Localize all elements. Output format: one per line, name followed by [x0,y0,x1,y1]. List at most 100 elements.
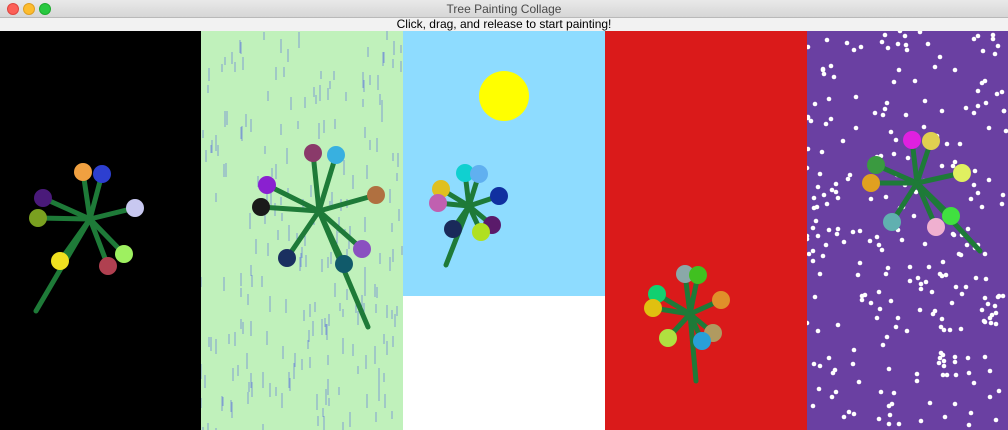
snowflake [896,67,902,73]
snowflake [899,237,905,243]
panel-rain[interactable] [201,31,403,430]
snowflake [949,300,955,306]
snowflake [888,298,894,304]
painting-canvas[interactable] [0,31,1008,430]
snowflake [971,36,977,42]
snowflake [896,421,902,427]
snowflake [968,196,974,202]
snowflake [941,327,947,333]
snowflake [902,33,908,39]
snowflake [886,421,892,427]
snowflake [968,410,974,416]
tree-blossom [74,163,92,181]
snowflake [983,100,989,106]
snowflake [876,242,882,248]
snowflake [994,91,1000,97]
snowflake [874,234,880,240]
snowflake [903,42,909,48]
snowflake [912,78,918,84]
tree-blossom [93,165,111,183]
tree-blossom [927,218,945,236]
snowflake [922,241,928,247]
snowflake [958,252,964,258]
tree-blossom [327,146,345,164]
snowflake [917,307,923,313]
snowflake [820,66,826,72]
snowflake [993,321,999,327]
panel-artwork [807,31,1008,430]
snowflake [982,354,988,360]
snowflake [867,238,873,244]
snowflake [937,355,943,361]
snowflake [907,264,913,270]
snowflake [986,125,992,131]
snowflake [885,45,891,51]
panel-sky[interactable] [403,31,605,430]
snowflake [855,272,861,278]
snowflake [989,312,995,318]
snowflake [999,89,1005,95]
snowflake [876,416,882,422]
snowflake [944,141,950,147]
snowflake [940,259,946,265]
snowflake [810,248,816,254]
snowflake [939,108,945,114]
snowflake [914,378,920,384]
tree-blossom [99,257,117,275]
window-titlebar: Tree Painting Collage [0,0,1008,18]
panel-snow[interactable] [807,31,1008,430]
snowflake [922,98,928,104]
snowflake [952,359,958,365]
snowflake [905,155,911,161]
window-title: Tree Painting Collage [446,2,562,16]
snowflake [1000,293,1006,299]
snowflake [993,417,999,423]
snowflake [965,355,971,361]
snowflake [947,327,953,333]
snowflake [995,43,1001,49]
snowflake [972,168,978,174]
snowflake [939,163,945,169]
snowflake [971,110,977,116]
snowflake [858,44,864,50]
tree-blossom [126,199,144,217]
snowflake [925,41,931,47]
panel-night[interactable] [0,31,201,430]
snowflake [811,361,817,367]
snowflake [952,159,958,165]
snowflake [829,394,835,400]
snowflake [907,278,913,284]
tree-blossom [252,198,270,216]
tree-blossom [922,132,940,150]
snowflake [959,291,965,297]
snowflake [895,41,901,47]
snowflake [953,372,959,378]
snowflake [832,367,838,373]
snowflake [885,265,891,271]
snowflake [880,342,886,348]
snowflake [815,184,821,190]
snowflake [851,347,857,353]
snowflake [845,176,851,182]
panel-background [605,31,807,430]
snowflake [985,301,991,307]
snowflake [857,228,863,234]
snowflake [828,116,834,122]
snowflake [987,394,993,400]
snowflake [878,389,884,395]
snowflake [952,354,958,360]
snowflake [952,401,958,407]
snowflake [824,37,830,43]
snowflake [927,400,933,406]
snowflake [850,229,856,235]
snowflake [879,39,885,45]
snowflake [817,363,823,369]
snowflake [817,171,823,177]
snowflake [841,414,847,420]
panel-red[interactable] [605,31,807,430]
snowflake [904,47,910,53]
tree-blossom [304,144,322,162]
snowflake [841,239,847,245]
snowflake [853,94,859,100]
snowflake [857,260,863,266]
